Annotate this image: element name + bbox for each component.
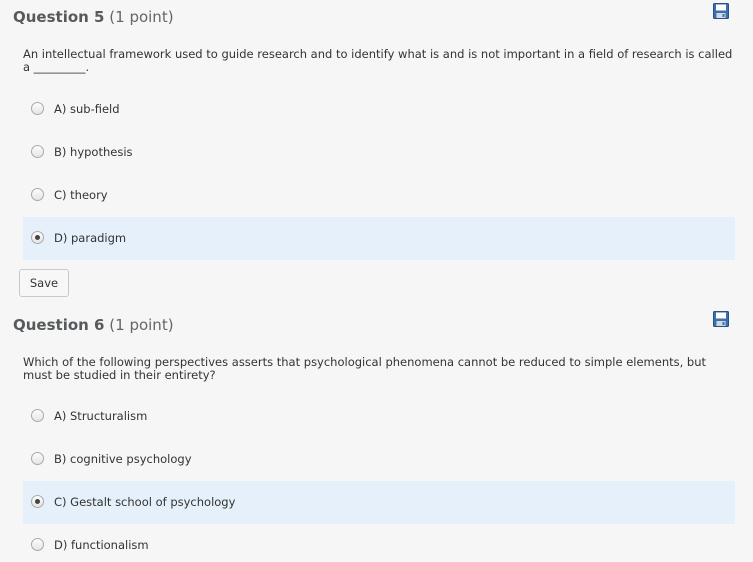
radio-button[interactable] [31, 452, 44, 465]
option-label: D) functionalism [54, 538, 149, 552]
radio-button[interactable] [31, 102, 44, 115]
question-5-text: An intellectual framework used to guide … [23, 47, 733, 74]
floppy-disk-icon[interactable] [713, 3, 729, 19]
option-label: B) cognitive psychology [54, 452, 192, 466]
option-c[interactable]: C) theory [23, 174, 735, 217]
radio-button[interactable] [31, 538, 44, 551]
question-6-text: Which of the following perspectives asse… [23, 355, 707, 382]
option-label: A) Structuralism [54, 409, 148, 423]
save-button[interactable]: Save [19, 269, 69, 297]
option-a[interactable]: A) sub-field [23, 88, 735, 131]
radio-button-checked[interactable] [31, 495, 44, 508]
question-points: (1 point) [109, 316, 174, 334]
option-c[interactable]: C) Gestalt school of psychology [23, 481, 735, 524]
radio-button[interactable] [31, 145, 44, 158]
option-d[interactable]: D) functionalism [23, 524, 735, 562]
radio-dot [35, 235, 40, 240]
radio-button-checked[interactable] [31, 231, 44, 244]
question-points: (1 point) [109, 8, 174, 26]
option-label: D) paradigm [54, 231, 127, 245]
option-label: C) theory [54, 188, 108, 202]
quiz-page: Question 5 (1 point) An intellectual fra… [0, 0, 753, 562]
question-title: Question 5 [13, 8, 105, 26]
question-5-header: Question 5 (1 point) [13, 8, 174, 26]
option-d[interactable]: D) paradigm [23, 217, 735, 260]
radio-button[interactable] [31, 409, 44, 422]
radio-dot [35, 499, 40, 504]
question-title: Question 6 [13, 316, 105, 334]
radio-button[interactable] [31, 188, 44, 201]
option-a[interactable]: A) Structuralism [23, 395, 735, 438]
option-label: B) hypothesis [54, 145, 133, 159]
question-6-header: Question 6 (1 point) [13, 316, 174, 334]
option-label: A) sub-field [54, 102, 120, 116]
option-b[interactable]: B) cognitive psychology [23, 438, 735, 481]
floppy-disk-icon[interactable] [713, 311, 729, 327]
option-label: C) Gestalt school of psychology [54, 495, 236, 509]
option-b[interactable]: B) hypothesis [23, 131, 735, 174]
